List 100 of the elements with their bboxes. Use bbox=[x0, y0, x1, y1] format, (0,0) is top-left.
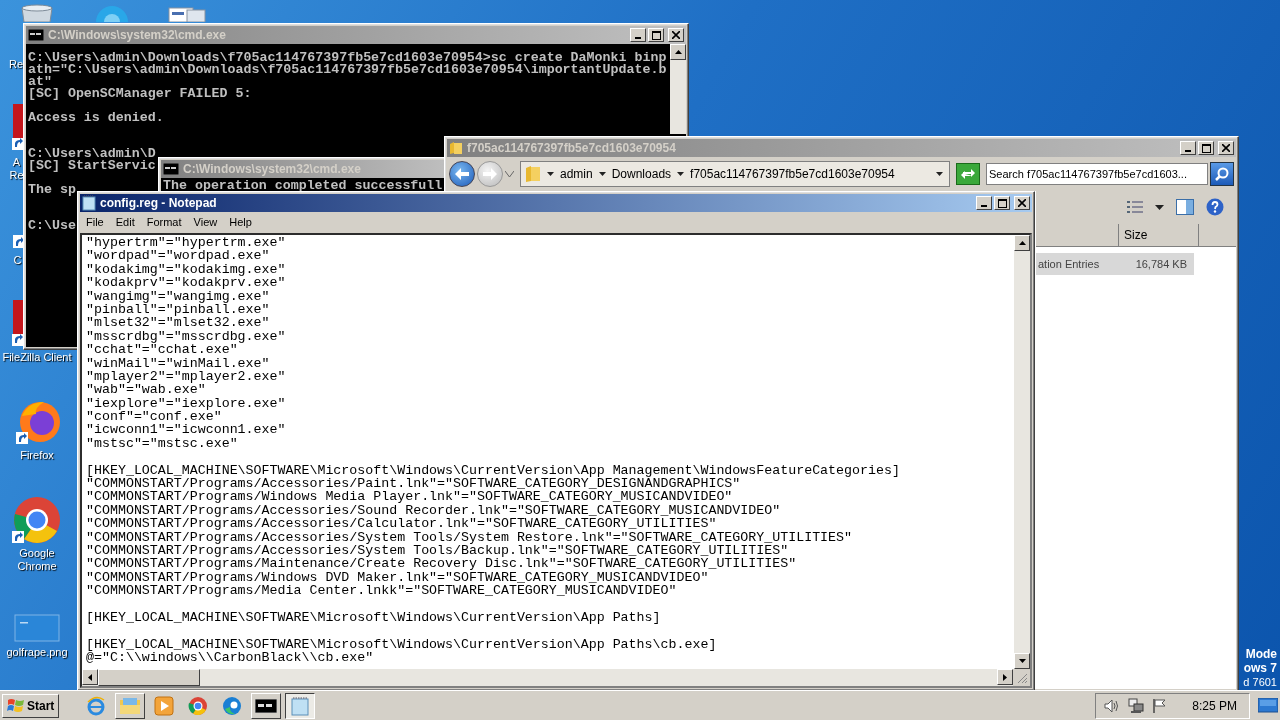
text-line: "mstsc"="mstsc.exe" bbox=[86, 436, 238, 451]
scroll-left-button[interactable] bbox=[82, 669, 98, 685]
refresh-button[interactable] bbox=[956, 163, 980, 185]
console-line: ath="C:\Users\admin\Downloads\f705ac114767397fb5e7cd1603e70954\importantUpdate.b bbox=[28, 64, 667, 76]
maximize-button[interactable] bbox=[994, 196, 1010, 210]
caret-icon[interactable] bbox=[936, 172, 943, 176]
breadcrumb-link[interactable]: admin bbox=[560, 167, 593, 181]
text-line: "msscrdbg"="msscrdbg.exe" bbox=[86, 329, 286, 344]
text-line: "COMMONSTART/Programs/Windows Media Player.lnk"="SOFTWARE_CATEGORY_MUSICANDVIDEO" bbox=[86, 490, 733, 504]
text-line: [HKEY_LOCAL_MACHINE\SOFTWARE\Microsoft\Windows\CurrentVersion\App Paths] bbox=[86, 610, 661, 625]
forward-arrow-icon bbox=[483, 168, 497, 180]
refresh-arrows-icon bbox=[960, 167, 976, 181]
text-line: "COMMONSTART/Programs/Accessories/System Tools/Backup.lnk"="SOFTWARE_CATEGORY_UTILITIES" bbox=[86, 544, 789, 558]
scroll-down-button[interactable] bbox=[1014, 653, 1030, 669]
window-title: f705ac114767397fb5e7cd1603e70954 bbox=[467, 141, 677, 155]
text-line: [HKEY_LOCAL_MACHINE\SOFTWARE\Microsoft\Windows\CurrentVersion\App Paths\cb.exe] bbox=[86, 637, 717, 652]
horizontal-scrollbar[interactable] bbox=[82, 669, 1013, 686]
scroll-thumb[interactable] bbox=[98, 669, 200, 686]
speaker-icon[interactable] bbox=[1104, 697, 1121, 714]
show-desktop-icon[interactable] bbox=[1258, 697, 1278, 714]
minimize-button[interactable] bbox=[1180, 141, 1196, 155]
view-list-icon[interactable] bbox=[1127, 200, 1143, 214]
text-line: "kodakimg"="kodakimg.exe" bbox=[86, 262, 286, 277]
window-title: config.reg - Notepad bbox=[100, 196, 218, 210]
breadcrumb-link[interactable]: f705ac114767397fb5e7cd1603e70954 bbox=[690, 167, 895, 181]
minimize-button[interactable] bbox=[976, 196, 992, 210]
caret-icon[interactable] bbox=[547, 172, 554, 176]
text-line: "mplayer2"="mplayer2.exe" bbox=[86, 369, 286, 384]
text-line: "hypertrm"="hypertrm.exe" bbox=[86, 236, 286, 250]
menu-item[interactable]: View bbox=[187, 216, 224, 228]
text-line: "wordpad"="wordpad.exe" bbox=[86, 249, 270, 263]
network-icon[interactable] bbox=[1128, 697, 1145, 714]
text-line: "COMMONSTART/Programs/Accessories/Paint.lnk"="SOFTWARE_CATEGORY_DESIGNANDGRAPHICS" bbox=[86, 477, 741, 491]
icon-label: Firefox bbox=[19, 449, 55, 462]
console-scrollbar[interactable] bbox=[670, 44, 686, 134]
recycle-bin-icon[interactable] bbox=[18, 4, 56, 22]
column-header[interactable]: Size bbox=[1119, 224, 1199, 246]
text-line: @="C:\\windows\\CarbonBlack\\cb.exe" bbox=[86, 651, 374, 665]
menu-item[interactable]: File bbox=[80, 216, 110, 228]
menu-item[interactable]: Edit bbox=[109, 216, 141, 228]
icon-label: Re bbox=[8, 58, 24, 71]
chrome-icon[interactable] bbox=[12, 495, 62, 545]
scroll-right-button[interactable] bbox=[997, 669, 1013, 685]
breadcrumb-link[interactable]: Downloads bbox=[611, 167, 672, 181]
maximize-icon bbox=[1201, 143, 1211, 153]
search-field[interactable]: Search f705ac114767397fb5e7cd1603... bbox=[986, 163, 1208, 185]
scroll-up-button[interactable] bbox=[670, 44, 686, 60]
maximize-icon bbox=[651, 30, 661, 40]
text-line: "conf"="conf.exe" bbox=[86, 410, 222, 424]
clock[interactable]: 8:25 PM bbox=[1192, 698, 1237, 713]
folder-icon bbox=[449, 141, 463, 155]
console-line: C:\Use bbox=[28, 217, 76, 232]
taskbar-button[interactable] bbox=[285, 692, 316, 719]
console-line: [SC] StartServic bbox=[28, 160, 156, 172]
menu-item[interactable]: Help bbox=[223, 216, 258, 228]
maximize-button[interactable] bbox=[648, 28, 664, 42]
document-icon[interactable] bbox=[165, 6, 209, 22]
app-icon[interactable] bbox=[12, 300, 24, 346]
file-size: 16,784 KB bbox=[1135, 258, 1187, 270]
text-line: [HKEY_LOCAL_MACHINE\SOFTWARE\Microsoft\Windows\CurrentVersion\App Management\WindowsFeatureCategories] bbox=[86, 463, 900, 478]
help-icon[interactable] bbox=[1206, 198, 1224, 216]
edition-text: Mode bbox=[1245, 647, 1277, 661]
maximize-button[interactable] bbox=[1198, 141, 1214, 155]
icon-label: A Re bbox=[8, 156, 25, 182]
icon-label: FileZilla Client bbox=[1, 351, 73, 364]
vertical-scrollbar[interactable] bbox=[1014, 235, 1030, 669]
text-line: "COMMONSTART/Programs/Media Center.lnkk"="SOFTWARE_CATEGORY_MUSICANDVIDEO" bbox=[86, 584, 677, 598]
window-title: C:\Windows\system32\cmd.exe bbox=[48, 28, 227, 42]
start-button[interactable]: Start bbox=[2, 693, 60, 718]
search-button[interactable] bbox=[1210, 162, 1234, 186]
text-line: "kodakprv"="kodakprv.exe" bbox=[86, 276, 286, 290]
preview-pane-icon[interactable] bbox=[1176, 199, 1194, 215]
address-bar[interactable]: admin Downloads f705ac114767397fb5e7cd1603e70954 bbox=[520, 161, 950, 187]
file-row[interactable]: ation Entries 16,784 KB bbox=[1036, 253, 1194, 275]
console-line: Access is denied. bbox=[28, 112, 164, 124]
text-line: "COMMONSTART/Programs/Accessories/Calculator.lnk"="SOFTWARE_CATEGORY_UTILITIES" bbox=[86, 517, 717, 531]
text-line: "wab"="wab.exe" bbox=[86, 383, 206, 397]
close-button[interactable] bbox=[668, 28, 684, 42]
caret-icon[interactable] bbox=[1155, 204, 1164, 210]
icon-label: C bbox=[12, 254, 23, 267]
text-line: "COMMONSTART/Programs/Windows DVD Maker.lnk"="SOFTWARE_CATEGORY_MUSICANDVIDEO" bbox=[86, 570, 709, 585]
caret-icon[interactable] bbox=[598, 172, 606, 176]
windows-flag-icon bbox=[7, 697, 25, 714]
console-line: C:\Users\admin\D bbox=[28, 145, 156, 160]
caret-icon[interactable] bbox=[677, 172, 685, 176]
resize-grip-icon[interactable] bbox=[1016, 672, 1028, 684]
folder-icon bbox=[119, 696, 142, 715]
text-line: "iexplore"="iexplore.exe" bbox=[86, 396, 286, 411]
app-icon[interactable] bbox=[12, 104, 24, 150]
menu-item[interactable]: Format bbox=[140, 216, 188, 228]
close-button[interactable] bbox=[1014, 196, 1030, 210]
scroll-up-button[interactable] bbox=[1014, 235, 1030, 251]
edition-text: d 7601 bbox=[1243, 675, 1277, 689]
back-button[interactable] bbox=[449, 161, 475, 187]
close-button[interactable] bbox=[1218, 141, 1234, 155]
chrome-icon bbox=[188, 695, 209, 716]
left-arrow-icon bbox=[88, 673, 92, 681]
minimize-button[interactable] bbox=[630, 28, 646, 42]
console-icon bbox=[163, 163, 179, 175]
console-line: [SC] OpenSCManager FAILED 5: bbox=[28, 88, 252, 100]
